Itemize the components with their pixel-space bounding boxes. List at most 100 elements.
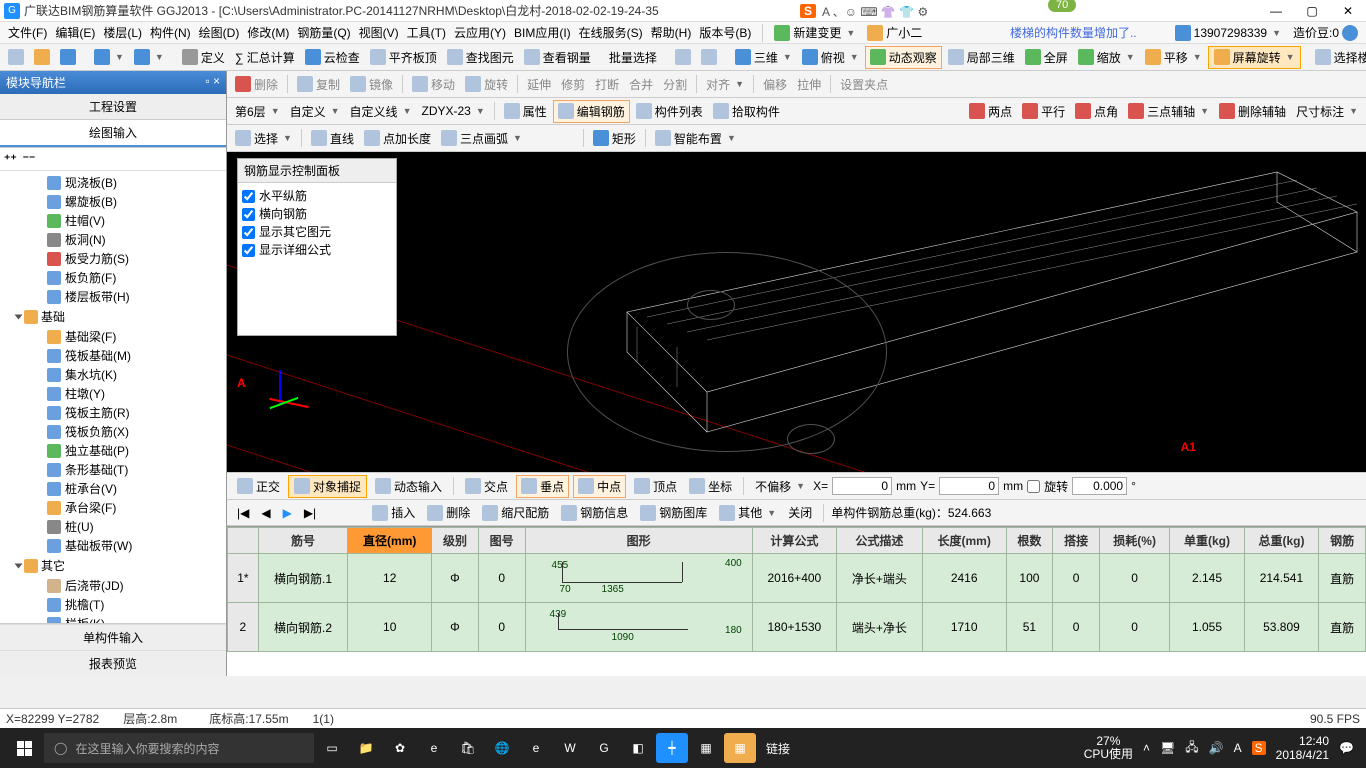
notice-link[interactable]: 楼梯的构件数量增加了.. (1010, 24, 1137, 41)
smart-layout-tool[interactable]: 智能布置▼ (651, 128, 740, 149)
account-button[interactable]: 13907298339▼ (1171, 23, 1285, 43)
view-rebar-button[interactable]: 查看钢量 (520, 47, 595, 68)
menu-在线服务(S)[interactable]: 在线服务(S) (575, 24, 647, 42)
fullscreen-button[interactable]: 全屏 (1021, 47, 1072, 68)
tree-item[interactable]: 筏板负筋(X) (2, 422, 224, 441)
menu-BIM应用(I)[interactable]: BIM应用(I) (510, 24, 575, 42)
mirror-button[interactable]: 镜像 (346, 74, 397, 95)
new-change-button[interactable]: 新建变更▼ (770, 22, 859, 43)
search-box[interactable]: ◯ 在这里输入你要搜索的内容 (44, 733, 314, 763)
tab-single-input[interactable]: 单构件输入 (0, 624, 226, 650)
tab-report[interactable]: 报表预览 (0, 650, 226, 676)
tab-draw-input[interactable]: 绘图输入 (0, 120, 226, 147)
scale-button[interactable]: 缩尺配筋 (478, 502, 553, 523)
close-button[interactable]: ✕ (1334, 2, 1362, 20)
dynamic-view-button[interactable]: 动态观察 (865, 46, 942, 69)
line-tool[interactable]: 直线 (307, 128, 358, 149)
menu-云应用(Y)[interactable]: 云应用(Y) (450, 24, 510, 42)
col-header[interactable]: 筋号 (258, 528, 348, 554)
dim-label-button[interactable]: 尺寸标注▼ (1292, 101, 1362, 122)
three-arc-tool[interactable]: 三点画弧▼ (437, 128, 526, 149)
new-button[interactable] (4, 47, 28, 67)
rotate-checkbox[interactable] (1027, 480, 1040, 493)
tree-group[interactable]: 基础 (2, 306, 224, 327)
minimize-button[interactable]: — (1262, 2, 1290, 20)
tray-network-icon[interactable]: 🖧 (1185, 738, 1198, 759)
first-button[interactable]: |◀ (233, 504, 253, 522)
display-option[interactable]: 水平纵筋 (242, 187, 392, 205)
tree-item[interactable]: 螺旋板(B) (2, 192, 224, 211)
store-icon[interactable]: 🛍 (452, 733, 484, 763)
maximize-button[interactable]: ▢ (1298, 2, 1326, 20)
split-button[interactable]: 分割 (659, 74, 691, 95)
display-option[interactable]: 显示详细公式 (242, 241, 392, 259)
other-button[interactable]: 其他▼ (715, 502, 780, 523)
x-input[interactable] (832, 477, 892, 495)
component-list-button[interactable]: 构件列表 (632, 101, 707, 122)
snap-mid[interactable]: 中点 (573, 475, 626, 498)
ime-toolbar[interactable]: S A 、☺ ⌨ 👚 👕 ⚙ (800, 0, 928, 22)
tree-item[interactable]: 筏板主筋(R) (2, 403, 224, 422)
menu-绘图(D)[interactable]: 绘图(D) (195, 24, 244, 42)
menu-工具(T)[interactable]: 工具(T) (403, 24, 450, 42)
tree-item[interactable]: 筏板基础(M) (2, 346, 224, 365)
col-header[interactable]: 钢筋 (1319, 528, 1366, 554)
align-button[interactable]: 对齐▼ (702, 74, 748, 95)
three-axis-button[interactable]: 三点辅轴▼ (1124, 101, 1213, 122)
rect-tool[interactable]: 矩形 (589, 128, 640, 149)
task-view-icon[interactable]: ▭ (316, 733, 348, 763)
tray-ime-s[interactable]: S (1252, 741, 1266, 755)
edit-rebar-button[interactable]: 编辑钢筋 (553, 100, 630, 123)
snap-cross[interactable]: 交点 (461, 476, 512, 497)
last-button[interactable]: ▶| (300, 504, 320, 522)
3d-button[interactable]: 三维▼ (731, 47, 796, 68)
ime-s-icon[interactable]: S (800, 4, 816, 18)
delete-row[interactable]: 删除 (423, 502, 474, 523)
wps-icon[interactable]: W (554, 733, 586, 763)
select-tool[interactable]: 选择▼ (231, 128, 296, 149)
tree-item[interactable]: 桩(U) (2, 517, 224, 536)
col-header[interactable]: 单重(kg) (1170, 528, 1244, 554)
app-icon-3[interactable]: ◧ (622, 733, 654, 763)
pick-button[interactable]: 拾取构件 (709, 101, 784, 122)
col-header[interactable]: 根数 (1006, 528, 1053, 554)
tree-item[interactable]: 集水坑(K) (2, 365, 224, 384)
rotate-input[interactable] (1072, 477, 1127, 495)
tree-item[interactable]: 楼层板带(H) (2, 287, 224, 306)
next-button[interactable] (697, 47, 721, 67)
col-header[interactable]: 长度(mm) (922, 528, 1006, 554)
rebar-info-button[interactable]: 钢筋信息 (557, 502, 632, 523)
type-selector[interactable]: 自定义线▼ (346, 101, 416, 122)
extend-button[interactable]: 延伸 (523, 74, 555, 95)
stretch-button[interactable]: 拉伸 (793, 74, 825, 95)
tree-item[interactable]: 桩承台(V) (2, 479, 224, 498)
menu-钢筋量(Q)[interactable]: 钢筋量(Q) (293, 24, 354, 42)
tray-up-icon[interactable]: ˄ (1143, 741, 1150, 755)
col-header[interactable]: 损耗(%) (1099, 528, 1169, 554)
tree-item[interactable]: 柱墩(Y) (2, 384, 224, 403)
rebar-lib-button[interactable]: 钢筋图库 (636, 502, 711, 523)
tree-item[interactable]: 栏板(K) (2, 614, 224, 623)
insert-row[interactable]: 插入 (368, 502, 419, 523)
tree-item[interactable]: 独立基础(P) (2, 441, 224, 460)
tray-battery-icon[interactable]: 🖥 (1160, 741, 1175, 755)
coins-indicator[interactable]: 造价豆:0 (1289, 22, 1362, 43)
edge-icon[interactable]: e (418, 733, 450, 763)
sum-button[interactable]: ∑ 汇总计算 (231, 47, 299, 68)
prev-button[interactable]: ◀ (257, 504, 274, 522)
display-option[interactable]: 横向钢筋 (242, 205, 392, 223)
app-icon-5[interactable]: ▦ (690, 733, 722, 763)
col-header[interactable]: 计算公式 (752, 528, 836, 554)
app-icon-4[interactable]: ┿ (656, 733, 688, 763)
tab-project-settings[interactable]: 工程设置 (0, 94, 226, 119)
select-floor-button[interactable]: 选择楼层 (1311, 47, 1366, 68)
point-angle-button[interactable]: 点角 (1071, 101, 1122, 122)
expand-all-icon[interactable]: ⁺⁺ (4, 152, 17, 166)
user-indicator[interactable]: 广小二 (863, 22, 926, 43)
tree-item[interactable]: 板受力筋(S) (2, 249, 224, 268)
tree-item[interactable]: 挑檐(T) (2, 595, 224, 614)
rebar-table[interactable]: 筋号直径(mm)级别图号图形计算公式公式描述长度(mm)根数搭接损耗(%)单重(… (227, 527, 1366, 652)
app-icon-1[interactable]: ✿ (384, 733, 416, 763)
osnap-toggle[interactable]: 对象捕捉 (288, 475, 367, 498)
panel-pin-icon[interactable]: ▫ × (205, 74, 220, 91)
